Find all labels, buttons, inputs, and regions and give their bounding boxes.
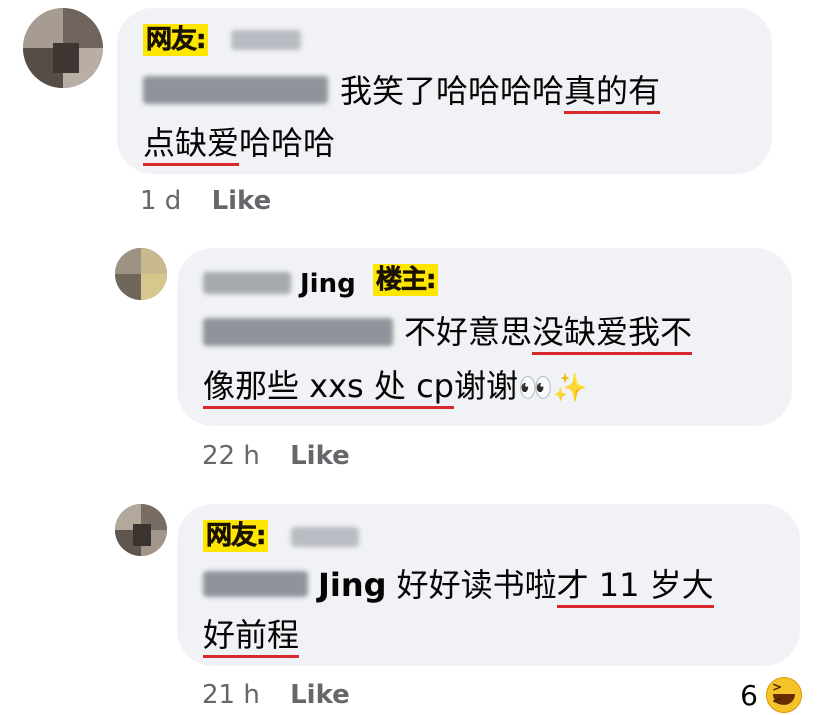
comment-text: 哈哈哈 [239,124,336,162]
blurred-username [231,30,301,50]
blurred-mention [203,318,393,346]
comment-text-line: 不好意思没缺爱我不 [404,312,693,355]
blurred-username [291,527,359,547]
blurred-mention [143,76,328,104]
eyes-emoji-icon: 👀 [518,371,553,404]
comment-text-line: 好前程 [203,615,300,658]
underlined-text: 像那些 xxs 处 cp [203,367,454,409]
commenter-tag: 网友: [143,24,209,56]
like-button[interactable]: Like [212,186,272,216]
like-button[interactable]: Like [290,441,350,471]
underlined-text: 点缺爱 [143,124,240,166]
reaction-summary[interactable]: 6 [740,677,802,713]
avatar[interactable] [115,248,167,300]
blurred-mention [203,571,308,597]
comment-text: 我笑了哈哈哈哈 [340,72,565,110]
underlined-text: 好前程 [203,616,300,658]
avatar[interactable] [115,504,167,556]
like-button[interactable]: Like [290,680,350,710]
comment-meta: 1 d Like [140,185,271,217]
timestamp[interactable]: 22 h [202,441,260,471]
comment-meta: 21 h Like [202,679,350,711]
commenter-name[interactable]: Jing [300,268,356,300]
timestamp[interactable]: 1 d [140,186,181,216]
comment-text-line: Jing 好好读书啦才 11 岁大 [318,565,714,608]
comment-text-line: 像那些 xxs 处 cp谢谢👀✨ [203,366,588,409]
reaction-count: 6 [740,678,758,712]
avatar[interactable] [23,8,103,88]
underlined-text: 才 11 岁大 [556,566,714,608]
comment-text: 谢谢 [453,367,518,405]
comment-meta: 22 h Like [202,440,350,472]
underlined-text: 真的有 [564,72,661,114]
comment-text-line: 我笑了哈哈哈哈真的有 [340,71,661,114]
mention-name[interactable]: Jing [318,566,387,604]
comment-text: 不好意思 [404,313,533,351]
comment-text-line: 点缺爱哈哈哈 [143,123,336,166]
sparkles-emoji-icon: ✨ [552,371,588,404]
blurred-username [203,272,291,294]
comment-text: 好好读书啦 [396,566,557,604]
laughing-emoji-icon [766,677,802,713]
underlined-text: 没缺爱我不 [532,313,693,355]
timestamp[interactable]: 21 h [202,680,260,710]
commenter-tag: 网友: [203,520,269,552]
commenter-tag: 楼主: [373,264,439,296]
